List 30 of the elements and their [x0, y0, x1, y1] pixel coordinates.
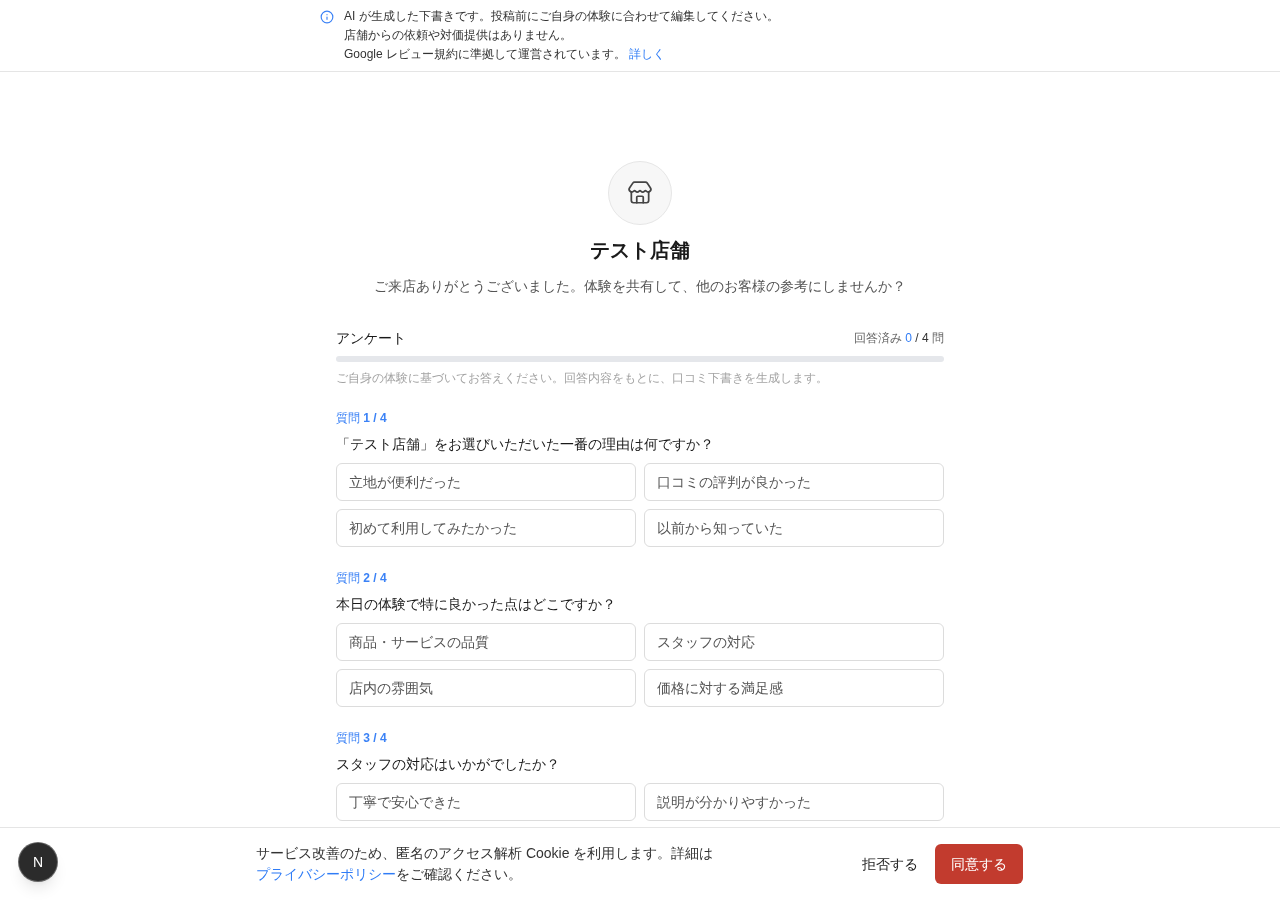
question-number: 質問 2 / 4	[336, 570, 388, 586]
answer-option[interactable]: 店内の雰囲気	[336, 669, 636, 707]
notice-text: AI が生成した下書きです。投稿前にご自身の体験に合わせて編集してください。	[344, 8, 779, 25]
answer-option[interactable]: 立地が便利だった	[336, 463, 636, 501]
answer-option[interactable]: 商品・サービスの品質	[336, 623, 636, 661]
question-number: 質問 3 / 4	[336, 730, 388, 746]
survey-hint: ご自身の体験に基づいてお答えください。回答内容をもとに、口コミ下書きを生成します。	[336, 370, 829, 386]
answer-option[interactable]: 口コミの評判が良かった	[644, 463, 944, 501]
notice-text: Google レビュー規約に準拠して運営されています。 詳しく	[344, 46, 667, 63]
answer-option[interactable]: スタッフの対応	[644, 623, 944, 661]
answer-option[interactable]: 丁寧で安心できた	[336, 783, 636, 821]
store-name: テスト店舗	[589, 238, 691, 263]
answer-option[interactable]: 説明が分かりやすかった	[644, 783, 944, 821]
details-link[interactable]: 詳しく	[629, 47, 666, 61]
cookie-notice-text: サービス改善のため、匿名のアクセス解析 Cookie を利用します。詳細は プライバシーポリシーをご確認ください。	[256, 844, 715, 884]
reject-button[interactable]: 拒否する	[854, 844, 926, 884]
question-number: 質問 1 / 4	[336, 410, 388, 426]
greeting-text: ご来店ありがとうございました。体験を共有して、他のお客様の参考にしませんか？	[373, 277, 907, 296]
question-text: 本日の体験で特に良かった点はどこですか？	[336, 595, 617, 614]
answered-count: 回答済み 0 / 4 問	[853, 330, 944, 346]
answer-option[interactable]: 価格に対する満足感	[644, 669, 944, 707]
question-text: スタッフの対応はいかがでしたか？	[336, 755, 561, 774]
accept-button[interactable]: 同意する	[935, 844, 1023, 884]
privacy-policy-link[interactable]: プライバシーポリシー	[256, 866, 396, 882]
question-text: 「テスト店舗」をお選びいただいた一番の理由は何ですか？	[336, 435, 715, 454]
answer-option[interactable]: 初めて利用してみたかった	[336, 509, 636, 547]
answer-option[interactable]: 以前から知っていた	[644, 509, 944, 547]
survey-title: アンケート	[336, 329, 406, 348]
notice-text: 店舗からの依頼や対価提供はありません。	[344, 27, 573, 44]
info-icon	[320, 10, 334, 24]
